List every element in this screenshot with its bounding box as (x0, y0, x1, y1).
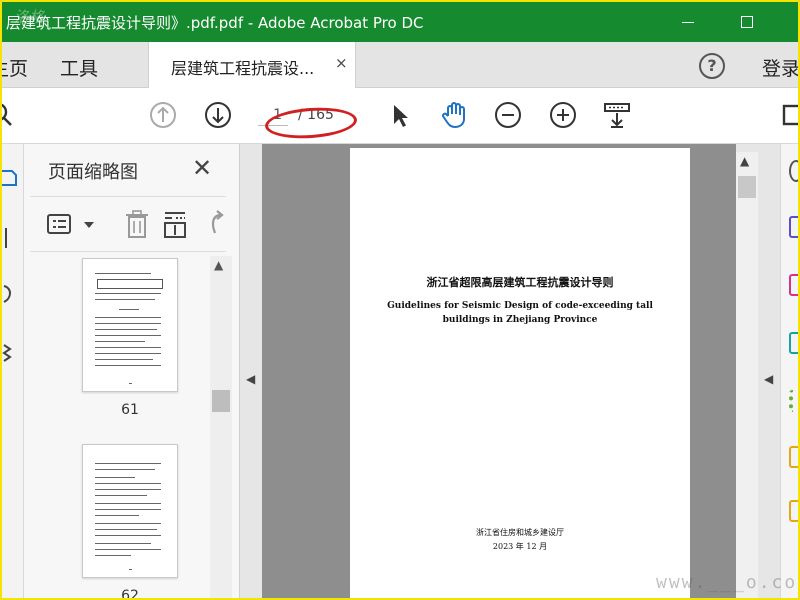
scroll-thumb[interactable] (212, 390, 230, 412)
minimize-button[interactable] (676, 10, 700, 34)
panel-title: 页面缩略图 (48, 162, 138, 183)
site-watermark: www.___o.com (656, 572, 798, 593)
maximize-button[interactable] (735, 10, 759, 34)
login-button[interactable]: 登录 (762, 54, 798, 81)
document-title-en-line2: buildings in Zhejiang Province (442, 315, 598, 325)
thumb-text-line (95, 293, 161, 294)
thumb-page-number (129, 383, 132, 384)
organize-pages-icon[interactable] (789, 390, 798, 412)
page-thumbnail[interactable] (82, 444, 178, 578)
thumb-text-line (119, 309, 139, 310)
thumb-text-line (95, 503, 161, 504)
thumb-text-line (95, 489, 161, 490)
page-canvas: 浙江省超限高层建筑工程抗震设计导则 Guidelines for Seismic… (262, 144, 736, 598)
thumb-text-line (95, 477, 135, 478)
thumb-text-line (95, 347, 161, 348)
search-tool-icon[interactable] (789, 160, 798, 182)
thumb-text-line (95, 353, 161, 354)
help-icon[interactable]: ? (699, 53, 725, 79)
thumb-text-line (95, 329, 157, 330)
options-menu-icon[interactable] (46, 209, 76, 239)
previous-page-icon[interactable] (148, 100, 178, 130)
next-page-icon[interactable] (203, 100, 233, 130)
create-pdf-icon[interactable] (789, 274, 798, 296)
document-viewport: ◀ 浙江省超限高层建筑工程抗震设计导则 Guidelines for Seism… (240, 144, 780, 598)
edit-pdf-icon[interactable] (789, 332, 798, 354)
page-thumbnail-panel: 页面缩略图 ✕ 61 62 ▲ (24, 144, 240, 598)
scroll-up-icon[interactable]: ▲ (214, 258, 223, 272)
thumbnail-scrollbar[interactable]: ▲ (210, 256, 232, 598)
insert-page-icon[interactable] (162, 209, 192, 239)
comment-tool-icon[interactable] (789, 446, 798, 468)
tab-tools[interactable]: 工具 (60, 54, 98, 81)
collapse-right-panel-icon[interactable]: ◀ (764, 372, 773, 386)
document-date: 2023 年 12 月 (492, 542, 548, 551)
thumb-text-line (95, 509, 161, 510)
document-publisher: 浙江省住房和城乡建设厅 (476, 528, 564, 537)
thumb-text-line (95, 483, 161, 484)
export-pdf-icon[interactable] (789, 216, 798, 238)
thumb-text-line (95, 555, 131, 556)
thumb-text-line (95, 535, 161, 536)
document-scrollbar[interactable]: ▲ (736, 152, 758, 598)
logo-watermark: 洛格 (14, 8, 45, 26)
select-cursor-icon[interactable] (385, 100, 415, 130)
thumbnail-page-label: 61 (121, 402, 139, 418)
thumb-text-line (95, 323, 161, 324)
thumb-text-line (95, 341, 145, 342)
thumb-table (97, 279, 163, 289)
main-toolbar: 1 / 165 (2, 88, 798, 144)
collapse-left-panel-icon[interactable]: ◀ (246, 372, 255, 386)
title-bar: 层建筑工程抗震设计导则》.pdf.pdf - Adobe Acrobat Pro… (2, 2, 798, 42)
pdf-page[interactable]: 浙江省超限高层建筑工程抗震设计导则 Guidelines for Seismic… (350, 148, 690, 598)
window-title: 层建筑工程抗震设计导则》.pdf.pdf - Adobe Acrobat Pro… (6, 14, 424, 32)
attachments-icon[interactable] (2, 284, 18, 304)
bookmarks-icon[interactable] (2, 228, 18, 248)
thumb-text-line (95, 273, 151, 274)
thumb-text-line (95, 549, 161, 550)
thumb-text-line (95, 299, 155, 300)
tab-document[interactable]: 层建筑工程抗震设... × (148, 42, 356, 88)
comment-icon[interactable] (778, 100, 798, 130)
thumb-text-line (95, 365, 161, 366)
tab-document-label: 层建筑工程抗震设... (171, 59, 315, 78)
thumb-text-line (95, 359, 153, 360)
thumb-text-line (95, 335, 161, 336)
page-thumbnails-icon[interactable] (2, 168, 18, 188)
zoom-out-icon[interactable] (493, 100, 523, 130)
layers-icon[interactable] (2, 342, 18, 362)
thumb-text-line (95, 529, 157, 530)
thumb-text-line (95, 495, 147, 496)
thumb-text-line (95, 515, 139, 516)
document-title-cn: 浙江省超限高层建筑工程抗震设计导则 (426, 276, 614, 289)
thumbnail-page-label: 62 (121, 588, 139, 598)
thumb-page-number (129, 569, 132, 570)
close-panel-icon[interactable]: ✕ (192, 154, 212, 182)
page-thumbnail[interactable] (82, 258, 178, 392)
document-title-en-line1: Guidelines for Seismic Design of code-ex… (387, 301, 653, 311)
search-icon[interactable] (2, 100, 18, 130)
thumb-text-line (95, 543, 151, 544)
thumbnail-toolbar (30, 196, 226, 252)
navigation-rail (2, 144, 24, 598)
close-tab-icon[interactable]: × (335, 54, 348, 72)
thumb-text-line (95, 469, 155, 470)
scroll-thumb[interactable] (738, 176, 756, 198)
hand-tool-icon[interactable] (439, 100, 469, 130)
chevron-down-icon[interactable] (74, 209, 94, 239)
fit-page-icon[interactable] (602, 100, 632, 130)
rotate-page-icon[interactable] (202, 209, 226, 239)
scroll-up-icon[interactable]: ▲ (740, 154, 749, 168)
fill-sign-icon[interactable] (789, 500, 798, 522)
zoom-in-icon[interactable] (548, 100, 578, 130)
thumb-text-line (95, 463, 161, 464)
app-window: 层建筑工程抗震设计导则》.pdf.pdf - Adobe Acrobat Pro… (2, 2, 798, 598)
tab-home[interactable]: 主页 (2, 54, 28, 81)
thumb-text-line (95, 317, 161, 318)
tab-bar: 主页 工具 层建筑工程抗震设... × ? 登录 (2, 42, 798, 88)
thumb-text-line (95, 523, 161, 524)
tools-rail (780, 144, 798, 598)
delete-page-icon[interactable] (122, 209, 152, 239)
